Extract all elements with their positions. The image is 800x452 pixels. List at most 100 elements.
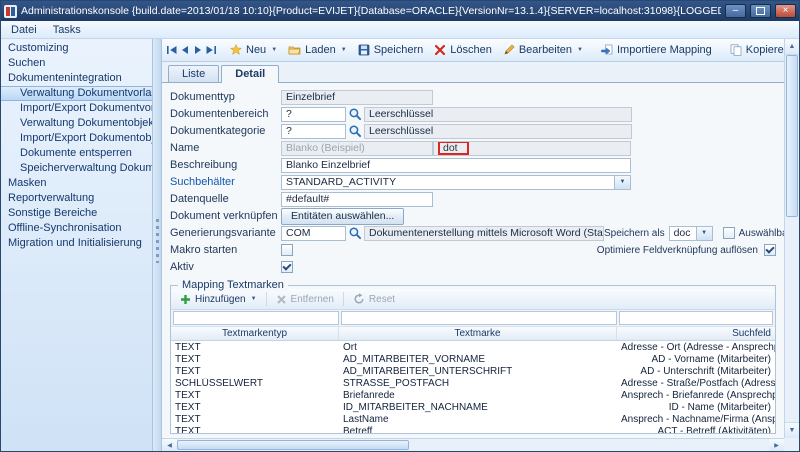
sidebar-item-offline-synchronisation[interactable]: Offline-Synchronisation — [1, 221, 152, 236]
filter-textmarkentyp-input[interactable] — [173, 311, 339, 325]
optimiere-checkbox[interactable] — [764, 244, 776, 256]
table-row[interactable]: TEXT AD_MITARBEITER_VORNAME AD - Vorname… — [171, 353, 775, 365]
suchbehaelter-label[interactable]: Suchbehälter — [170, 176, 281, 188]
dokumentkategorie-key-input[interactable]: ? — [281, 124, 346, 139]
toolbar-separator — [266, 292, 267, 306]
scroll-up-button[interactable]: ▲ — [785, 39, 799, 55]
lookup-icon[interactable] — [348, 107, 362, 121]
sidebar-item-customizing[interactable]: Customizing — [1, 41, 152, 56]
importiere-mapping-button[interactable]: Importiere Mapping — [596, 42, 717, 58]
kopiere-vorlage-label: Kopiere Vorlage — [746, 44, 784, 56]
makro-starten-checkbox[interactable] — [281, 244, 293, 256]
dokumentenbereich-key-input[interactable]: ? — [281, 107, 346, 122]
chevron-down-icon[interactable]: ▼ — [696, 227, 712, 240]
nav-last-button[interactable] — [205, 42, 217, 59]
window-title: Administrationskonsole {build.date=2013/… — [21, 5, 721, 17]
column-header-suchfeld[interactable]: Suchfeld — [617, 327, 775, 340]
loeschen-button[interactable]: Löschen — [429, 42, 497, 58]
menu-tasks[interactable]: Tasks — [45, 23, 89, 37]
tab-detail[interactable]: Detail — [221, 65, 279, 83]
document-form: Dokumenttyp Einzelbrief Dokumentenbereic… — [162, 83, 784, 276]
chevron-down-icon[interactable]: ▼ — [271, 47, 277, 53]
kopiere-vorlage-button[interactable]: Kopiere Vorlage — [725, 42, 784, 58]
datenquelle-input[interactable]: #default# — [281, 192, 433, 207]
suchbehaelter-value: STANDARD_ACTIVITY — [286, 176, 396, 188]
speichern-als-value: doc — [674, 227, 691, 239]
bearbeiten-button[interactable]: Bearbeiten ▼ — [498, 42, 588, 58]
reset-button[interactable]: Reset — [348, 291, 400, 307]
sidebar-item-migration-und-initialisierung[interactable]: Migration und Initialisierung — [1, 236, 152, 251]
column-header-textmarkentyp[interactable]: Textmarkentyp — [171, 327, 339, 340]
table-row[interactable]: TEXT AD_MITARBEITER_UNTERSCHRIFT AD - Un… — [171, 365, 775, 377]
suchbehaelter-select[interactable]: STANDARD_ACTIVITY ▼ — [281, 175, 631, 190]
chevron-down-icon[interactable]: ▼ — [614, 176, 630, 189]
sidebar-item-reportverwaltung[interactable]: Reportverwaltung — [1, 191, 152, 206]
chevron-down-icon[interactable]: ▼ — [341, 47, 347, 53]
menu-datei[interactable]: Datei — [3, 23, 45, 37]
filter-suchfeld-input[interactable] — [619, 311, 773, 325]
sidebar-item-suchen[interactable]: Suchen — [1, 56, 152, 71]
lookup-icon[interactable] — [348, 124, 362, 138]
aktiv-row: Aktiv — [170, 259, 776, 275]
sidebar-item-speicherverwaltung-dokumente[interactable]: Speicherverwaltung Dokumente — [1, 161, 152, 176]
arrow-down-icon: ▼ — [789, 427, 796, 434]
sidebar-item-verwaltung-dokumentobjekte[interactable]: Verwaltung Dokumentobjekte — [1, 116, 152, 131]
sidebar-item-import-export-dokumentobjekte[interactable]: Import/Export Dokumentobjekte — [1, 131, 152, 146]
sidebar-item-sonstige-bereiche[interactable]: Sonstige Bereiche — [1, 206, 152, 221]
speichern-label: Speichern — [374, 44, 424, 56]
sidebar-splitter[interactable] — [153, 39, 162, 451]
scroll-left-button[interactable]: ◀ — [162, 439, 177, 451]
suchbehaelter-row: Suchbehälter STANDARD_ACTIVITY ▼ — [170, 174, 776, 190]
table-row[interactable]: TEXT Betreff ACT - Betreff (Aktivitäten) — [171, 425, 775, 433]
column-header-textmarke[interactable]: Textmarke — [339, 327, 617, 340]
cell-textmarkentyp: TEXT — [171, 342, 339, 353]
horizontal-scrollbar-thumb[interactable] — [177, 440, 409, 450]
nav-first-button[interactable] — [166, 42, 178, 59]
sidebar-item-verwaltung-dokumentvorlagen[interactable]: Verwaltung Dokumentvorlagen — [1, 86, 152, 101]
table-row[interactable]: TEXT LastName Ansprech - Nachname/Firma … — [171, 413, 775, 425]
close-button[interactable]: × — [775, 4, 796, 18]
new-icon — [230, 44, 242, 56]
sidebar-item-dokumentenintegration[interactable]: Dokumentenintegration — [1, 71, 152, 86]
dokument-verknuepfen-row: Dokument verknüpfen mit Entitäten auswäh… — [170, 208, 776, 224]
neu-button[interactable]: Neu ▼ — [225, 42, 282, 58]
toolbar-separator — [343, 292, 344, 306]
generierungsvariante-key-input[interactable]: COM — [281, 226, 346, 241]
scroll-down-button[interactable]: ▼ — [785, 422, 799, 438]
save-floppy-icon — [358, 44, 370, 56]
chevron-down-icon[interactable]: ▼ — [251, 296, 257, 302]
nav-next-button[interactable] — [192, 42, 204, 59]
beschreibung-input[interactable]: Blanko Einzelbrief — [281, 158, 631, 173]
aktiv-checkbox[interactable] — [281, 261, 293, 273]
vertical-scrollbar-thumb[interactable] — [786, 55, 798, 217]
tab-strip: Liste Detail — [162, 62, 784, 82]
nav-prev-button[interactable] — [179, 42, 191, 59]
table-row[interactable]: TEXT ID_MITARBEITER_NACHNAME ID - Name (… — [171, 401, 775, 413]
entfernen-button[interactable]: Entfernen — [271, 292, 339, 307]
cell-textmarkentyp: TEXT — [171, 354, 339, 365]
table-row[interactable]: TEXT Ort Adresse - Ort (Adresse - Anspre… — [171, 341, 775, 353]
sidebar-item-dokumente-entsperren[interactable]: Dokumente entsperren — [1, 146, 152, 161]
sidebar-item-import-export-dokumentvorlagen[interactable]: Import/Export Dokumentvorlagen — [1, 101, 152, 116]
chevron-down-icon[interactable]: ▼ — [577, 47, 583, 53]
hinzufuegen-button[interactable]: Hinzufügen ▼ — [175, 292, 262, 307]
application-window: Administrationskonsole {build.date=2013/… — [0, 0, 800, 452]
tab-liste[interactable]: Liste — [168, 65, 219, 82]
scroll-right-button[interactable]: ▶ — [769, 439, 784, 451]
auswaehlbar-checkbox[interactable] — [723, 227, 735, 239]
table-row[interactable]: SCHLÜSSELWERT STRASSE_POSTFACH Adresse -… — [171, 377, 775, 389]
mapping-header-row: Textmarkentyp Textmarke Suchfeld — [171, 327, 775, 341]
speichern-button[interactable]: Speichern — [353, 42, 429, 58]
entitaeten-auswaehlen-button[interactable]: Entitäten auswählen... — [281, 208, 404, 225]
sidebar-item-masken[interactable]: Masken — [1, 176, 152, 191]
scrollbar-track[interactable] — [409, 439, 769, 451]
navigation-sidebar: Customizing Suchen Dokumentenintegration… — [1, 39, 153, 451]
lookup-icon[interactable] — [348, 226, 362, 240]
laden-button[interactable]: Laden ▼ — [283, 42, 352, 58]
minimize-button[interactable]: – — [725, 4, 746, 18]
maximize-button[interactable] — [750, 4, 771, 18]
speichern-als-select[interactable]: doc ▼ — [669, 226, 713, 241]
table-row[interactable]: TEXT Briefanrede Ansprech - Briefanrede … — [171, 389, 775, 401]
filter-textmarke-input[interactable] — [341, 311, 617, 325]
cell-suchfeld: Adresse - Straße/Postfach (Adresse - Ans… — [617, 378, 775, 389]
